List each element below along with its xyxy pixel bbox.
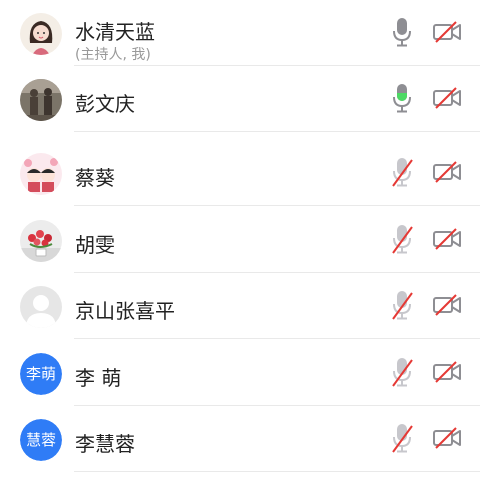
- avatar-initials: 慧蓉: [20, 419, 62, 461]
- participant-name: 京山张喜平: [75, 299, 175, 323]
- participant-name: 李 萌: [75, 366, 122, 390]
- microphone-icon[interactable]: [391, 16, 413, 48]
- avatar: [20, 153, 62, 195]
- avatar: 李萌: [20, 353, 62, 395]
- camera-off-icon[interactable]: [432, 160, 462, 184]
- microphone-speaking-icon[interactable]: [391, 82, 413, 114]
- avatar-photo-flowers-icon: [20, 220, 62, 262]
- divider: [74, 131, 480, 132]
- avatar: [20, 220, 62, 262]
- microphone-muted-icon[interactable]: [391, 156, 413, 188]
- microphone-muted-icon[interactable]: [391, 356, 413, 388]
- participant-name: 李慧蓉: [75, 432, 135, 456]
- camera-off-icon[interactable]: [432, 426, 462, 450]
- camera-off-icon[interactable]: [432, 20, 462, 44]
- divider: [74, 338, 480, 339]
- participant-row[interactable]: 水清天蓝 (主持人, 我): [0, 0, 480, 66]
- avatar: [20, 79, 62, 121]
- camera-off-icon[interactable]: [432, 227, 462, 251]
- participant-name: 彭文庆: [75, 92, 135, 116]
- participant-row[interactable]: 京山张喜平: [0, 273, 480, 339]
- divider: [74, 471, 480, 472]
- avatar-initials: 李萌: [20, 353, 62, 395]
- microphone-muted-icon[interactable]: [391, 422, 413, 454]
- avatar-photo-statues-icon: [20, 79, 62, 121]
- camera-off-icon[interactable]: [432, 86, 462, 110]
- participant-role: (主持人, 我): [75, 47, 151, 63]
- avatar: [20, 286, 62, 328]
- avatar-photo-cartoon-icon: [20, 153, 62, 195]
- microphone-muted-icon[interactable]: [391, 223, 413, 255]
- participant-list: 水清天蓝 (主持人, 我) 彭文庆 蔡葵 胡雯 京山张喜平 李萌 李 萌 慧蓉 …: [0, 0, 480, 480]
- participant-name: 胡雯: [75, 233, 115, 257]
- participant-row[interactable]: 李萌 李 萌: [0, 340, 480, 406]
- participant-row[interactable]: 彭文庆: [0, 66, 480, 132]
- avatar: 慧蓉: [20, 419, 62, 461]
- default-avatar-icon: [20, 286, 62, 328]
- avatar: [20, 13, 62, 55]
- avatar-photo-girl-icon: [20, 13, 62, 55]
- participant-name: 蔡葵: [75, 166, 115, 190]
- participant-row[interactable]: 蔡葵: [0, 140, 480, 206]
- camera-off-icon[interactable]: [432, 293, 462, 317]
- microphone-muted-icon[interactable]: [391, 289, 413, 321]
- participant-row[interactable]: 胡雯: [0, 207, 480, 273]
- participant-name: 水清天蓝: [75, 20, 155, 44]
- participant-row[interactable]: 慧蓉 李慧蓉: [0, 406, 480, 472]
- divider: [74, 205, 480, 206]
- camera-off-icon[interactable]: [432, 360, 462, 384]
